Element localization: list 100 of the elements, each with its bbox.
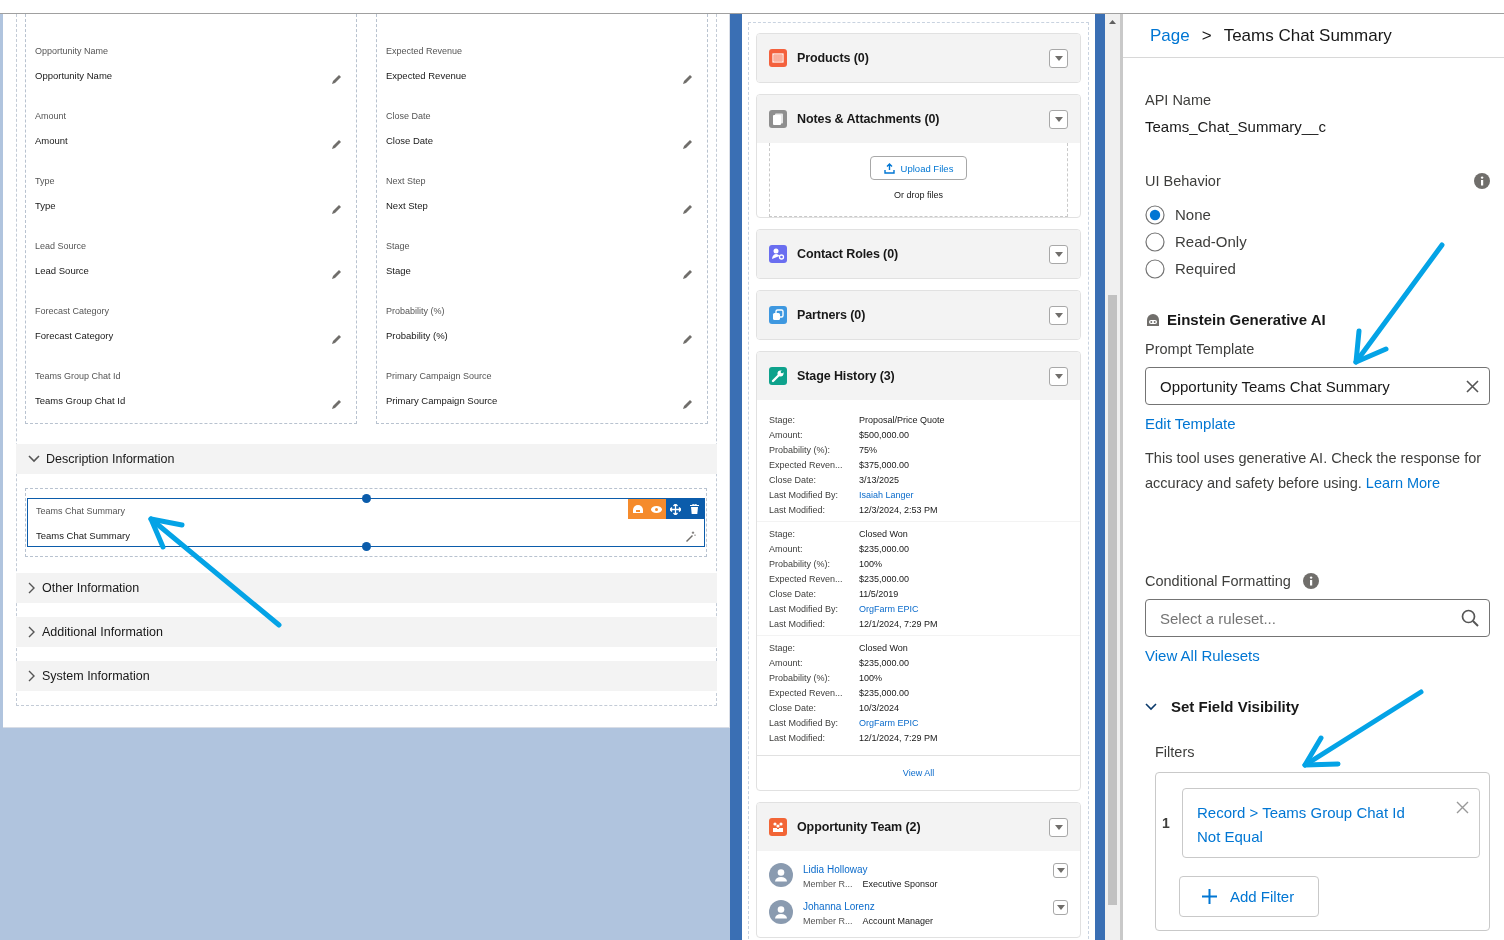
pencil-icon[interactable] — [331, 399, 342, 410]
search-icon[interactable] — [1461, 609, 1479, 627]
squares-icon — [769, 306, 787, 324]
file-drop-zone[interactable]: Upload Files Or drop files — [769, 143, 1068, 217]
resize-handle[interactable] — [361, 494, 371, 503]
history-label: Stage: — [769, 414, 797, 425]
disclaimer-text: This tool uses generative AI. Check the response for accuracy and safety before using. Learn More — [1145, 449, 1483, 493]
history-value: Closed Won — [859, 528, 908, 539]
dropdown-button[interactable] — [1049, 244, 1068, 264]
drop-hint: Or drop files — [894, 190, 943, 200]
prompt-template-field[interactable]: Opportunity Teams Chat Summary — [1145, 367, 1490, 405]
info-icon[interactable] — [1302, 573, 1319, 589]
info-icon[interactable] — [1474, 173, 1490, 189]
pencil-icon[interactable] — [331, 269, 342, 280]
history-label: Stage: — [769, 642, 797, 653]
view-all-link[interactable]: View All — [902, 768, 935, 778]
section-title: Einstein Generative AI — [1167, 310, 1326, 330]
field-label: Type — [35, 175, 55, 187]
bars-icon — [769, 49, 787, 67]
magic-wand-icon[interactable] — [685, 531, 696, 542]
radio-label[interactable]: Required — [1175, 260, 1236, 277]
history-label: Last Modified: — [769, 618, 827, 629]
history-value: 75% — [859, 444, 877, 455]
history-value: 11/5/2019 — [859, 588, 899, 599]
view-rulesets-link[interactable]: View All Rulesets — [1145, 644, 1260, 668]
clear-icon[interactable] — [1466, 379, 1479, 393]
upload-files-button[interactable]: Upload Files — [869, 156, 968, 180]
robot-icon — [1145, 313, 1161, 327]
close-icon[interactable] — [1456, 801, 1469, 814]
radio-button[interactable] — [1145, 258, 1165, 279]
chevron-right-icon[interactable] — [28, 670, 36, 682]
delete-icon[interactable] — [685, 499, 704, 519]
section-header[interactable]: System Information — [16, 661, 717, 691]
history-value: $235,000.00 — [859, 543, 910, 554]
section-header[interactable]: Description Information — [16, 444, 717, 474]
member-role-label: Member R... — [803, 916, 853, 926]
pencil-icon[interactable] — [682, 334, 693, 345]
history-label: Close Date: — [769, 474, 818, 485]
user-link[interactable]: Isaiah Langer — [859, 489, 914, 500]
radio-label[interactable]: None — [1175, 206, 1211, 223]
dropdown-button[interactable] — [1053, 900, 1068, 915]
add-filter-button[interactable]: Add Filter — [1179, 876, 1319, 917]
chevron-right-icon[interactable] — [28, 626, 36, 638]
people-icon — [769, 818, 787, 836]
resize-handle[interactable] — [361, 542, 371, 551]
history-label: Amount: — [769, 543, 804, 554]
caret-down-icon — [1056, 868, 1065, 873]
dropdown-button[interactable] — [1049, 48, 1068, 68]
pencil-icon[interactable] — [682, 399, 693, 410]
field-value: Primary Campaign Source — [386, 395, 498, 407]
scrollbar[interactable] — [1105, 14, 1120, 940]
caret-down-icon — [1054, 824, 1063, 830]
field-label: Expected Revenue — [386, 45, 463, 57]
member-link[interactable]: Johanna Lorenz — [803, 900, 875, 913]
history-value: $375,000.00 — [859, 459, 910, 470]
history-value: $235,000.00 — [859, 657, 910, 668]
caret-down-icon — [1054, 373, 1063, 379]
pencil-icon[interactable] — [682, 74, 693, 85]
pencil-icon[interactable] — [331, 74, 342, 85]
history-label: Probability (%): — [769, 672, 832, 683]
dropdown-button[interactable] — [1053, 863, 1068, 878]
pencil-icon[interactable] — [682, 204, 693, 215]
edit-template-link[interactable]: Edit Template — [1145, 412, 1236, 436]
move-icon[interactable] — [666, 499, 685, 519]
pencil-icon[interactable] — [682, 139, 693, 150]
person-icon — [769, 245, 787, 263]
history-label: Expected Reven... — [769, 573, 844, 584]
radio-label[interactable]: Read-Only — [1175, 233, 1247, 250]
pencil-icon[interactable] — [331, 334, 342, 345]
ruleset-search-field[interactable]: Select a ruleset... — [1145, 599, 1490, 637]
dropdown-button[interactable] — [1049, 817, 1068, 837]
pencil-icon[interactable] — [682, 269, 693, 280]
user-link[interactable]: OrgFarm EPIC — [859, 603, 919, 614]
pencil-icon[interactable] — [331, 139, 342, 150]
field-value: Close Date — [386, 135, 433, 147]
dropdown-button[interactable] — [1049, 305, 1068, 325]
chevron-right-icon[interactable] — [28, 582, 36, 594]
pencil-icon[interactable] — [331, 204, 342, 215]
radio-button[interactable] — [1145, 231, 1165, 252]
section-header[interactable]: Additional Information — [16, 617, 717, 647]
filter-condition[interactable]: Record > Teams Group Chat Id Not Equal — [1182, 788, 1480, 858]
field-label: Close Date — [386, 110, 431, 122]
chevron-down-icon[interactable] — [1145, 703, 1157, 711]
user-link[interactable]: OrgFarm EPIC — [859, 717, 919, 728]
dropdown-button[interactable] — [1049, 366, 1068, 386]
scroll-up-icon[interactable] — [1109, 20, 1116, 24]
dropdown-button[interactable] — [1049, 109, 1068, 129]
radio-button[interactable] — [1145, 204, 1165, 225]
visibility-section-toggle[interactable]: Set Field Visibility — [1145, 695, 1300, 719]
chevron-down-icon[interactable] — [28, 455, 40, 463]
breadcrumb-link[interactable]: Page — [1150, 25, 1190, 46]
section-header[interactable]: Other Information — [16, 573, 717, 603]
plus-icon — [1201, 888, 1218, 905]
scrollbar-thumb[interactable] — [1108, 295, 1117, 905]
learn-more-link[interactable]: Learn More — [1365, 474, 1440, 491]
field-box[interactable]: Teams Chat Summary Teams Chat Summary — [27, 498, 705, 547]
field-value: Probability (%) — [386, 330, 448, 342]
member-link[interactable]: Lidia Holloway — [803, 863, 868, 876]
history-label: Amount: — [769, 657, 804, 668]
avatar-icon — [769, 863, 793, 887]
